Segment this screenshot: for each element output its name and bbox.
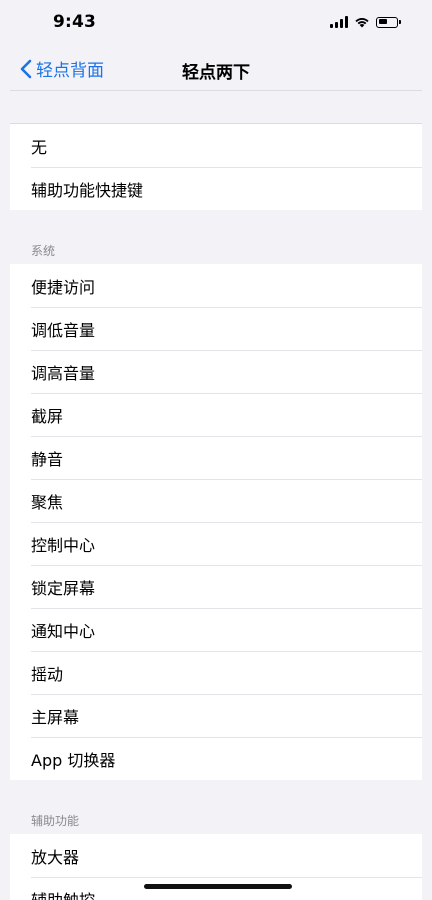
option-none[interactable]: 无 [10, 124, 422, 167]
wifi-icon [355, 18, 369, 28]
option-screenshot[interactable]: 截屏 [10, 393, 422, 436]
group-system: 便捷访问 调低音量 调高音量 截屏 静音 聚焦 控制中心 锁定屏幕 通知中心 摇… [10, 264, 422, 780]
option-control-center[interactable]: 控制中心 [10, 522, 422, 565]
option-app-switcher[interactable]: App 切换器 [10, 737, 422, 780]
option-volume-up[interactable]: 调高音量 [10, 350, 422, 393]
cellular-signal-icon [330, 16, 348, 28]
screen: 9:43 轻点背面 轻点两下 无 辅助功能快捷键 系统 便捷访问 调低音量 调高… [0, 0, 432, 900]
option-lock-screen[interactable]: 锁定屏幕 [10, 565, 422, 608]
option-mute[interactable]: 静音 [10, 436, 422, 479]
option-reachability[interactable]: 便捷访问 [10, 264, 422, 307]
battery-icon [376, 16, 401, 28]
option-accessibility-shortcut[interactable]: 辅助功能快捷键 [10, 167, 422, 210]
option-shake[interactable]: 摇动 [10, 651, 422, 694]
option-volume-down[interactable]: 调低音量 [10, 307, 422, 350]
option-focus[interactable]: 聚焦 [10, 479, 422, 522]
option-notification-center[interactable]: 通知中心 [10, 608, 422, 651]
page-title: 轻点两下 [182, 63, 250, 83]
home-indicator[interactable] [144, 884, 292, 889]
status-icons [330, 16, 401, 28]
group-accessibility: 放大器 辅助触控 [10, 834, 422, 900]
section-header-system: 系统 [10, 210, 422, 264]
settings-list: 无 辅助功能快捷键 系统 便捷访问 调低音量 调高音量 截屏 静音 聚焦 控制中… [10, 90, 422, 900]
group-top: 无 辅助功能快捷键 [10, 124, 422, 210]
option-home-screen[interactable]: 主屏幕 [10, 694, 422, 737]
top-spacer [10, 90, 422, 124]
navigation-bar: 轻点背面 轻点两下 [0, 48, 432, 90]
section-header-accessibility: 辅助功能 [10, 780, 422, 834]
status-time: 9:43 [53, 12, 97, 32]
option-magnifier[interactable]: 放大器 [10, 834, 422, 877]
status-bar: 9:43 [0, 0, 432, 48]
